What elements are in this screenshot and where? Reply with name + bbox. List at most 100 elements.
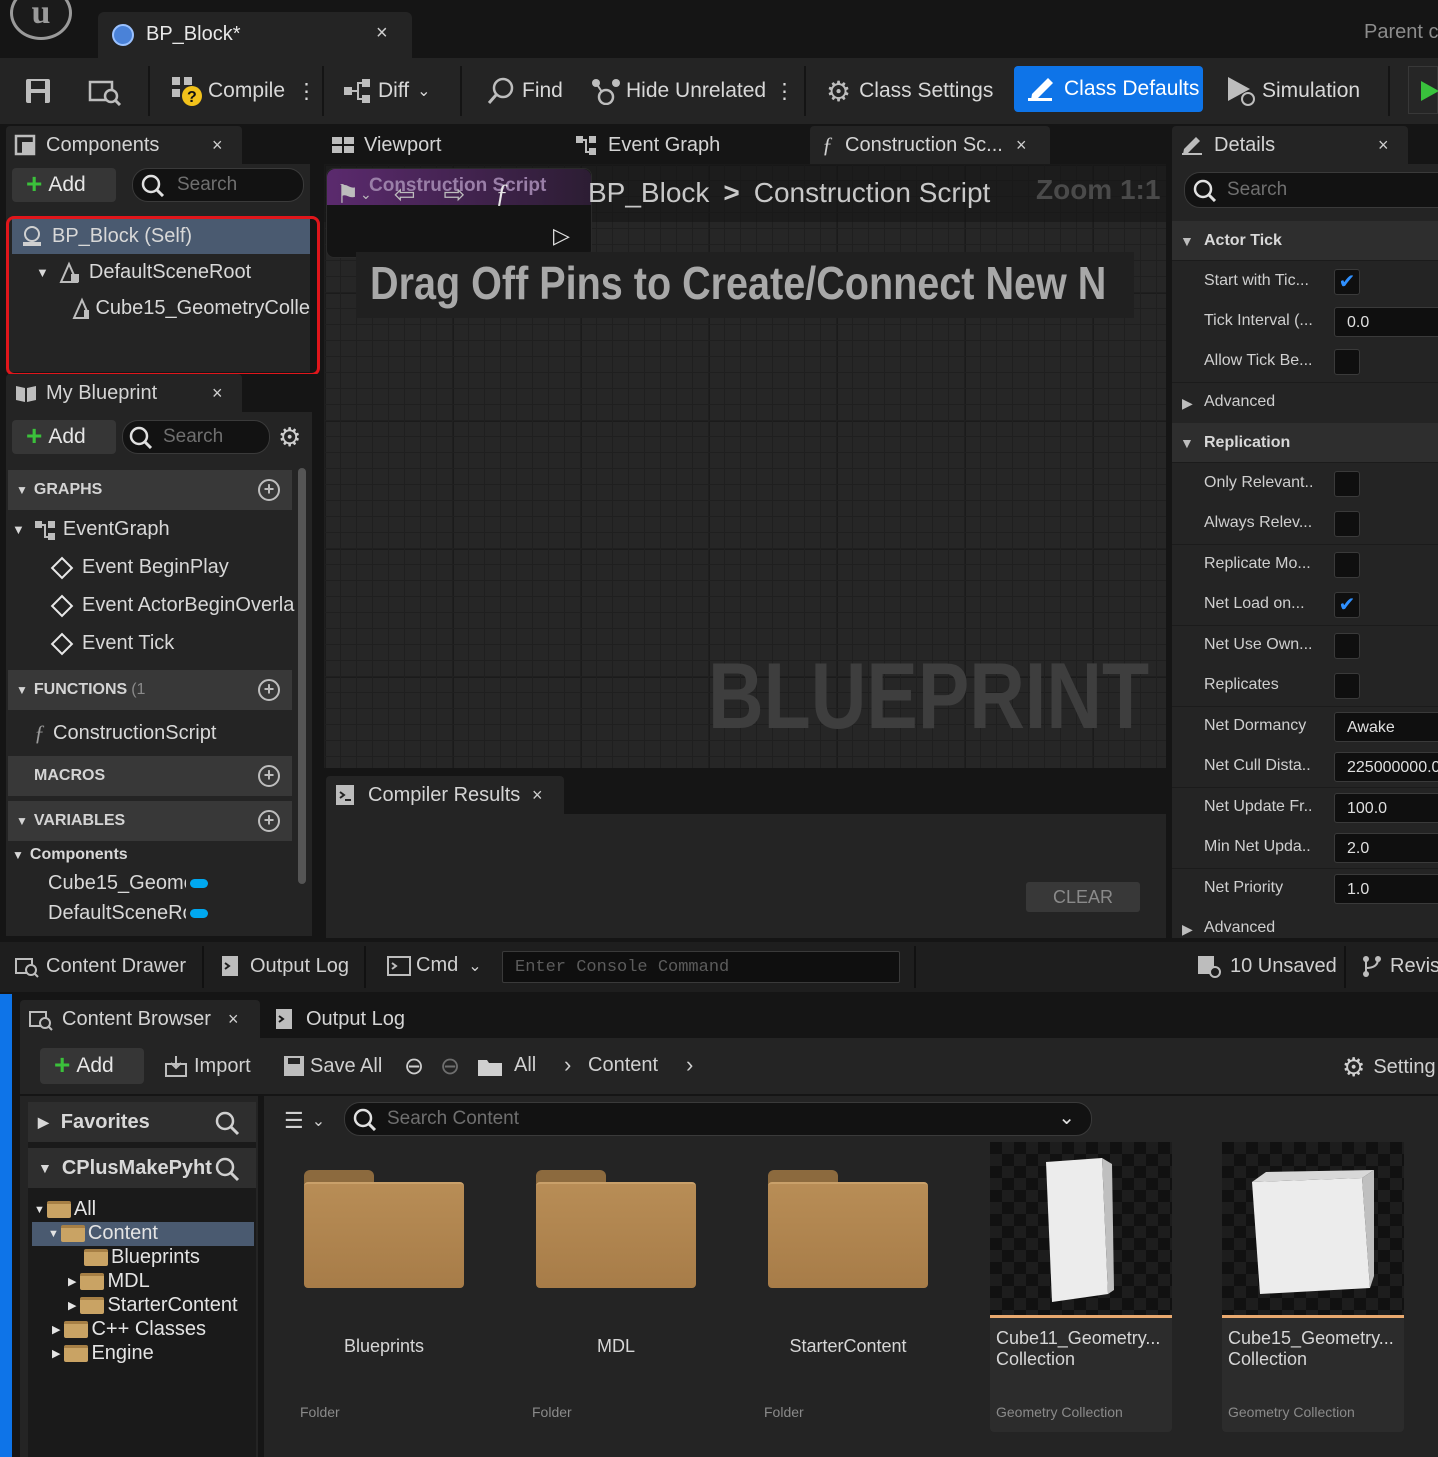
variable-item[interactable]: Cube15_Geome xyxy=(48,872,208,895)
class-defaults-button[interactable]: Class Defaults xyxy=(1014,66,1203,112)
close-tab-button[interactable]: × xyxy=(1016,135,1027,156)
net-use-owner-checkbox[interactable] xyxy=(1334,633,1360,659)
start-with-tick-checkbox[interactable]: ✔ xyxy=(1334,269,1360,295)
import-button[interactable]: Import xyxy=(164,1054,251,1078)
save-button[interactable] xyxy=(24,72,52,110)
tree-item-engine[interactable]: ▶ Engine xyxy=(52,1342,154,1365)
clear-button[interactable]: CLEAR xyxy=(1026,882,1140,912)
tree-item-content[interactable]: ▼ Content xyxy=(48,1222,158,1245)
event-item[interactable]: Event BeginPlay xyxy=(50,556,229,579)
graphs-section-header[interactable]: ▼ GRAPHS + xyxy=(8,470,292,510)
components-tab[interactable]: Components × xyxy=(6,126,242,164)
actor-tick-category[interactable]: ▼ Actor Tick xyxy=(1172,221,1438,261)
variables-section-header[interactable]: ▼ VARIABLES + xyxy=(8,801,292,841)
play-button[interactable] xyxy=(1408,66,1438,114)
add-variable-button[interactable]: + xyxy=(258,810,280,832)
browse-button[interactable] xyxy=(88,72,122,110)
tree-item-starter-content[interactable]: ▶ StarterContent xyxy=(68,1294,238,1317)
add-function-button[interactable]: + xyxy=(258,679,280,701)
search-content-input[interactable]: Search Content ⌄ xyxy=(344,1102,1092,1136)
output-log-button[interactable]: Output Log xyxy=(220,954,349,978)
folder-tile[interactable] xyxy=(304,1170,464,1290)
allow-tick-checkbox[interactable] xyxy=(1334,349,1360,375)
event-item[interactable]: Event ActorBeginOverla xyxy=(50,594,294,617)
bookmark-icon[interactable]: ⚑ xyxy=(336,179,359,210)
tree-item-all[interactable]: ▼ All xyxy=(34,1198,96,1221)
details-search-input[interactable]: Search xyxy=(1184,172,1438,208)
simulation-button[interactable]: Simulation xyxy=(1224,72,1360,110)
compiler-results-tab[interactable]: Compiler Results × xyxy=(326,776,564,814)
breadcrumb-root[interactable]: BP_Block xyxy=(588,177,709,209)
only-relevant-checkbox[interactable] xyxy=(1334,471,1360,497)
folder-tile[interactable] xyxy=(536,1170,696,1290)
replication-category[interactable]: ▼ Replication xyxy=(1172,423,1438,463)
hide-unrelated-button[interactable]: Hide Unrelated xyxy=(590,72,766,110)
path-chevron-icon[interactable]: › xyxy=(686,1052,693,1078)
path-all[interactable]: All xyxy=(514,1054,536,1077)
event-item[interactable]: Event Tick xyxy=(50,632,174,655)
close-tab-button[interactable]: × xyxy=(376,22,388,45)
net-cull-field[interactable]: 225000000.0 xyxy=(1334,752,1438,782)
tab-event-graph[interactable]: Event Graph xyxy=(570,126,806,164)
close-panel-button[interactable]: × xyxy=(212,135,223,156)
revision-control-button[interactable]: Revis xyxy=(1360,954,1438,978)
history-back-icon[interactable]: ⊖ xyxy=(404,1052,424,1081)
tree-item-mdl[interactable]: ▶ MDL xyxy=(68,1270,150,1293)
project-header[interactable]: ▼ CPlusMakePyht xyxy=(28,1148,256,1188)
net-load-checkbox[interactable]: ✔ xyxy=(1334,592,1360,618)
breadcrumb-leaf[interactable]: Construction Script xyxy=(754,177,991,209)
output-log-tab[interactable]: Output Log xyxy=(270,1000,470,1038)
graph-canvas[interactable]: Construction Script ▷ ⚑ ⌄ ⇦ ⇨ ƒ BP_Block… xyxy=(324,164,1166,768)
components-category[interactable]: ▼ Components xyxy=(12,846,128,864)
net-update-field[interactable]: 100.0 xyxy=(1334,793,1438,823)
add-content-button[interactable]: + Add xyxy=(40,1048,144,1084)
unsaved-button[interactable]: 10 Unsaved xyxy=(1196,954,1337,978)
tick-interval-field[interactable]: 0.0 xyxy=(1334,307,1438,337)
replicates-checkbox[interactable] xyxy=(1334,673,1360,699)
compile-button[interactable]: ? Compile xyxy=(170,72,285,110)
hide-unrelated-options-button[interactable]: ⋮ xyxy=(774,72,795,110)
search-icon[interactable] xyxy=(214,1110,240,1136)
forward-arrow-icon[interactable]: ⇨ xyxy=(444,179,466,210)
net-priority-field[interactable]: 1.0 xyxy=(1334,874,1438,904)
splitter[interactable] xyxy=(258,1096,264,1457)
always-relevant-checkbox[interactable] xyxy=(1334,511,1360,537)
chevron-down-icon[interactable]: ⌄ xyxy=(360,186,372,203)
add-component-button[interactable]: + Add xyxy=(12,168,116,202)
tree-item-blueprints[interactable]: Blueprints xyxy=(84,1246,200,1269)
asset-tile[interactable]: Cube11_Geometry... Collection Geometry Co… xyxy=(990,1142,1172,1432)
diff-button[interactable]: Diff ⌄ xyxy=(342,72,431,110)
event-graph-item[interactable]: ▼ EventGraph xyxy=(12,518,170,541)
tab-construction-script[interactable]: ƒ Construction Sc... × xyxy=(810,126,1050,164)
content-browser-tab[interactable]: Content Browser × xyxy=(20,1000,260,1038)
class-settings-button[interactable]: ⚙ Class Settings xyxy=(826,72,993,110)
back-arrow-icon[interactable]: ⇦ xyxy=(394,179,416,210)
find-button[interactable]: Find xyxy=(486,72,563,110)
add-graph-button[interactable]: + xyxy=(258,479,280,501)
save-all-button[interactable]: Save All xyxy=(282,1054,382,1078)
variable-item[interactable]: DefaultSceneRc xyxy=(48,902,208,925)
document-tab[interactable]: BP_Block* × xyxy=(98,12,412,58)
close-panel-button[interactable]: × xyxy=(212,383,223,404)
path-content[interactable]: Content xyxy=(588,1054,658,1077)
filter-button[interactable]: ☰ ⌄ xyxy=(284,1108,325,1134)
add-macro-button[interactable]: + xyxy=(258,765,280,787)
settings-button[interactable]: ⚙ Setting xyxy=(1342,1052,1436,1083)
tree-item-cpp-classes[interactable]: ▶ C++ Classes xyxy=(52,1318,206,1341)
functions-section-header[interactable]: ▼ FUNCTIONS (1 + xyxy=(8,670,292,710)
cmd-selector[interactable]: Cmd ⌄ xyxy=(386,954,482,977)
function-item[interactable]: ƒ ConstructionScript xyxy=(34,720,216,746)
chevron-down-icon[interactable]: ⌄ xyxy=(1058,1105,1075,1130)
details-tab[interactable]: Details × xyxy=(1172,126,1408,164)
close-panel-button[interactable]: × xyxy=(1378,135,1389,156)
compile-options-button[interactable]: ⋮ xyxy=(296,72,317,110)
macros-section-header[interactable]: MACROS + xyxy=(8,756,292,796)
history-forward-icon[interactable]: ⊖ xyxy=(440,1052,460,1081)
my-blueprint-tab[interactable]: My Blueprint × xyxy=(6,374,242,412)
asset-tile[interactable]: Cube15_Geometry... Collection Geometry Co… xyxy=(1222,1142,1404,1432)
advanced-expander[interactable]: ▶ Advanced xyxy=(1172,383,1438,424)
close-panel-button[interactable]: × xyxy=(532,785,543,806)
console-command-input[interactable]: Enter Console Command xyxy=(502,951,900,983)
folder-tile[interactable] xyxy=(768,1170,928,1290)
gear-icon[interactable]: ⚙ xyxy=(278,422,301,453)
